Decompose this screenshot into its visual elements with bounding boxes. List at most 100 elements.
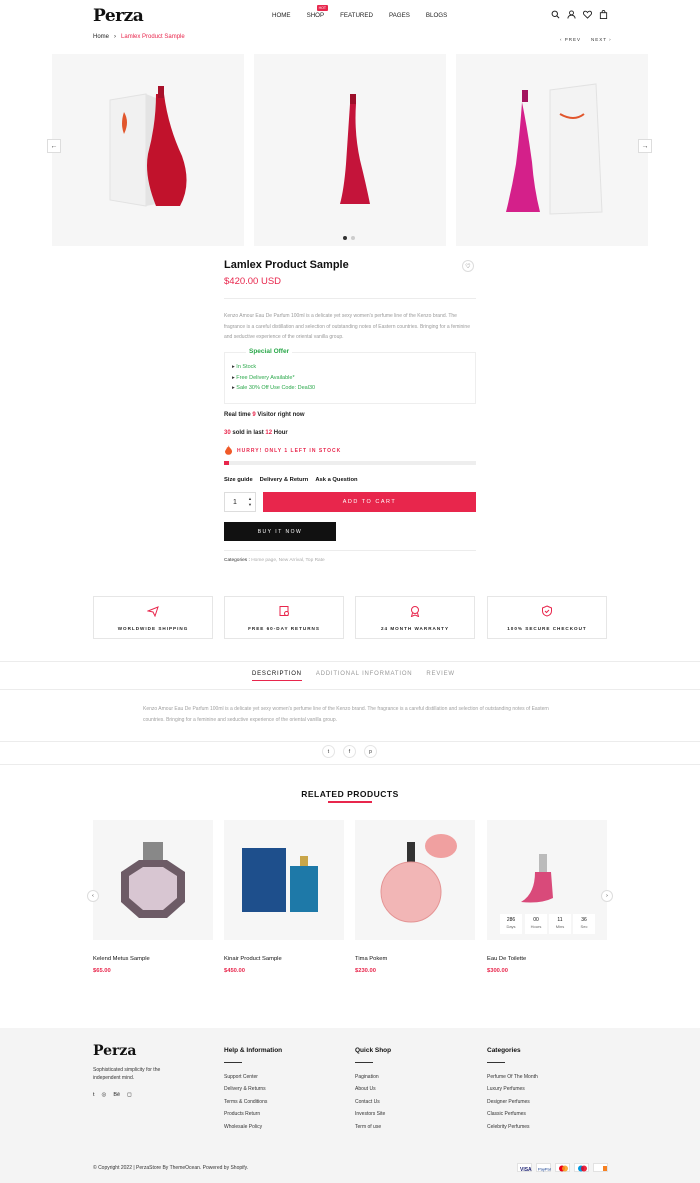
tab-description[interactable]: DESCRIPTION <box>252 671 302 681</box>
gallery-next-arrow[interactable]: → <box>638 139 652 153</box>
divider <box>0 689 700 690</box>
breadcrumb: Home › Lamlex Product Sample <box>93 34 185 40</box>
nav-shop[interactable]: SHOP HOT <box>307 5 328 19</box>
ask-question-link[interactable]: Ask a Question <box>315 477 357 483</box>
shield-icon <box>542 604 552 617</box>
behance-icon[interactable]: Bē <box>113 1092 120 1098</box>
next-product-link[interactable]: NEXT › <box>591 37 612 42</box>
footer-link[interactable]: Classic Perfumes <box>487 1108 538 1120</box>
footer-link[interactable]: Perfume Of The Month <box>487 1071 538 1083</box>
product-card-name[interactable]: Kelend Metus Sample <box>93 956 150 962</box>
footer-link[interactable]: Luxury Perfumes <box>487 1083 538 1095</box>
main-nav: HOME SHOP HOT FEATURED PAGES BLOGS <box>272 5 463 19</box>
footer-link[interactable]: Designer Perfumes <box>487 1096 538 1108</box>
dribbble-icon[interactable]: ◎ <box>102 1092 107 1098</box>
footer-link[interactable]: Delivery & Returns <box>224 1083 267 1095</box>
footer-link[interactable]: Investors Site <box>355 1108 385 1120</box>
related-prev-arrow[interactable]: ‹ <box>87 890 99 902</box>
perfume-image <box>121 842 185 918</box>
offer-item: Free Delivery Available* <box>232 373 475 384</box>
copyright: © Copyright 2022 | PerzaStore By ThemeOc… <box>93 1165 249 1171</box>
cart-bag-icon[interactable] <box>599 10 608 19</box>
stepper-arrows-icon[interactable]: ▲ ▼ <box>248 496 252 508</box>
product-card-name[interactable]: Tima Pokem <box>355 956 387 962</box>
quantity-stepper[interactable]: 1 ▲ ▼ <box>224 492 256 512</box>
perfume-bottle-image <box>340 94 370 204</box>
stock-progress-bar <box>224 461 476 465</box>
gallery-dot-active[interactable] <box>343 236 347 240</box>
product-card-price: $300.00 <box>487 968 508 974</box>
delivery-return-link[interactable]: Delivery & Return <box>260 477 309 483</box>
countdown-unit: Days <box>506 924 516 929</box>
product-card-name[interactable]: Kinair Product Sample <box>224 956 282 962</box>
product-card-image[interactable] <box>93 820 213 940</box>
nav-featured[interactable]: FEATURED <box>340 12 373 19</box>
footer-col-underline <box>224 1062 242 1063</box>
breadcrumb-home[interactable]: Home <box>93 34 109 40</box>
hot-badge: HOT <box>316 5 328 11</box>
wishlist-button[interactable]: ♡ <box>462 260 474 272</box>
add-to-cart-button[interactable]: ADD TO CART <box>263 492 476 512</box>
search-icon[interactable] <box>551 10 560 19</box>
return-box-icon <box>279 605 289 616</box>
footer-col-title: Quick Shop <box>355 1047 392 1054</box>
footer-link[interactable]: Term of use <box>355 1121 385 1133</box>
product-short-description: Kenzo Amour Eau De Parfum 100ml is a del… <box>224 313 470 340</box>
product-tabs: DESCRIPTION ADDITIONAL INFORMATION REVIE… <box>252 671 455 681</box>
instagram-icon[interactable]: ◻ <box>127 1092 132 1098</box>
perfume-pink-image <box>506 83 603 215</box>
countdown-value: 11 <box>557 917 563 923</box>
footer-link[interactable]: Pagination <box>355 1071 385 1083</box>
product-card-image[interactable] <box>355 820 475 940</box>
footer-link[interactable]: Products Return <box>224 1108 267 1120</box>
countdown-days: 286 Days <box>500 914 522 934</box>
size-guide-link[interactable]: Size guide <box>224 477 253 483</box>
gallery-slide[interactable] <box>52 54 244 246</box>
nav-home[interactable]: HOME <box>272 12 291 19</box>
gallery-prev-arrow[interactable]: ← <box>47 139 61 153</box>
realtime-prefix: Real time <box>224 412 253 418</box>
footer-logo[interactable]: Perza <box>93 1043 136 1059</box>
footer-link[interactable]: Celebrity Perfumes <box>487 1121 538 1133</box>
product-card-name[interactable]: Eau De Toilette <box>487 956 526 962</box>
share-twitter-icon[interactable]: t <box>322 745 335 758</box>
payment-methods: VISA PayPal <box>517 1163 608 1173</box>
categories-value[interactable]: Home page, New Arrival, Top Rate <box>251 558 325 563</box>
paypal-icon: PayPal <box>536 1163 551 1172</box>
feature-label: WORLDWIDE SHIPPING <box>117 625 189 631</box>
divider <box>224 550 476 551</box>
footer-link[interactable]: About Us <box>355 1083 385 1095</box>
footer-link[interactable]: Wholesale Policy <box>224 1121 267 1133</box>
share-pinterest-icon[interactable]: p <box>364 745 377 758</box>
heart-icon[interactable] <box>583 10 592 19</box>
mastercard-icon <box>555 1163 570 1172</box>
tab-review[interactable]: REVIEW <box>426 671 454 681</box>
countdown-unit: Hours <box>530 924 542 929</box>
share-facebook-icon[interactable]: f <box>343 745 356 758</box>
feature-card: FREE 60-DAY RETURNS <box>224 596 344 639</box>
header-icons <box>551 10 608 19</box>
gallery-dot[interactable] <box>351 236 355 240</box>
user-icon[interactable] <box>567 10 576 19</box>
footer-link[interactable]: Contact Us <box>355 1096 385 1108</box>
perfume-box-image <box>109 86 187 207</box>
buy-now-button[interactable]: BUY IT NOW <box>224 522 336 541</box>
gallery-slide[interactable] <box>254 54 446 246</box>
gallery-slide[interactable] <box>456 54 648 246</box>
tab-additional-information[interactable]: ADDITIONAL INFORMATION <box>316 671 413 681</box>
twitter-icon[interactable]: t <box>93 1092 95 1098</box>
related-next-arrow[interactable]: › <box>601 890 613 902</box>
product-price: $420.00 USD <box>224 276 282 287</box>
footer-link[interactable]: Support Center <box>224 1071 267 1083</box>
product-card-image[interactable] <box>224 820 344 940</box>
sold-suffix: Hour <box>272 430 288 436</box>
nav-blogs[interactable]: BLOGS <box>426 12 447 19</box>
site-logo[interactable]: Perza <box>93 6 144 26</box>
special-offer-box: In Stock Free Delivery Available* Sale 3… <box>224 352 476 404</box>
feature-card: 100% SECURE CHECKOUT <box>487 596 607 639</box>
sold-count: 30 <box>224 430 231 436</box>
countdown-value: 36 <box>581 917 587 923</box>
footer-link[interactable]: Terms & Conditions <box>224 1096 267 1108</box>
nav-pages[interactable]: PAGES <box>389 12 410 19</box>
prev-product-link[interactable]: ‹ PREV <box>560 37 581 42</box>
